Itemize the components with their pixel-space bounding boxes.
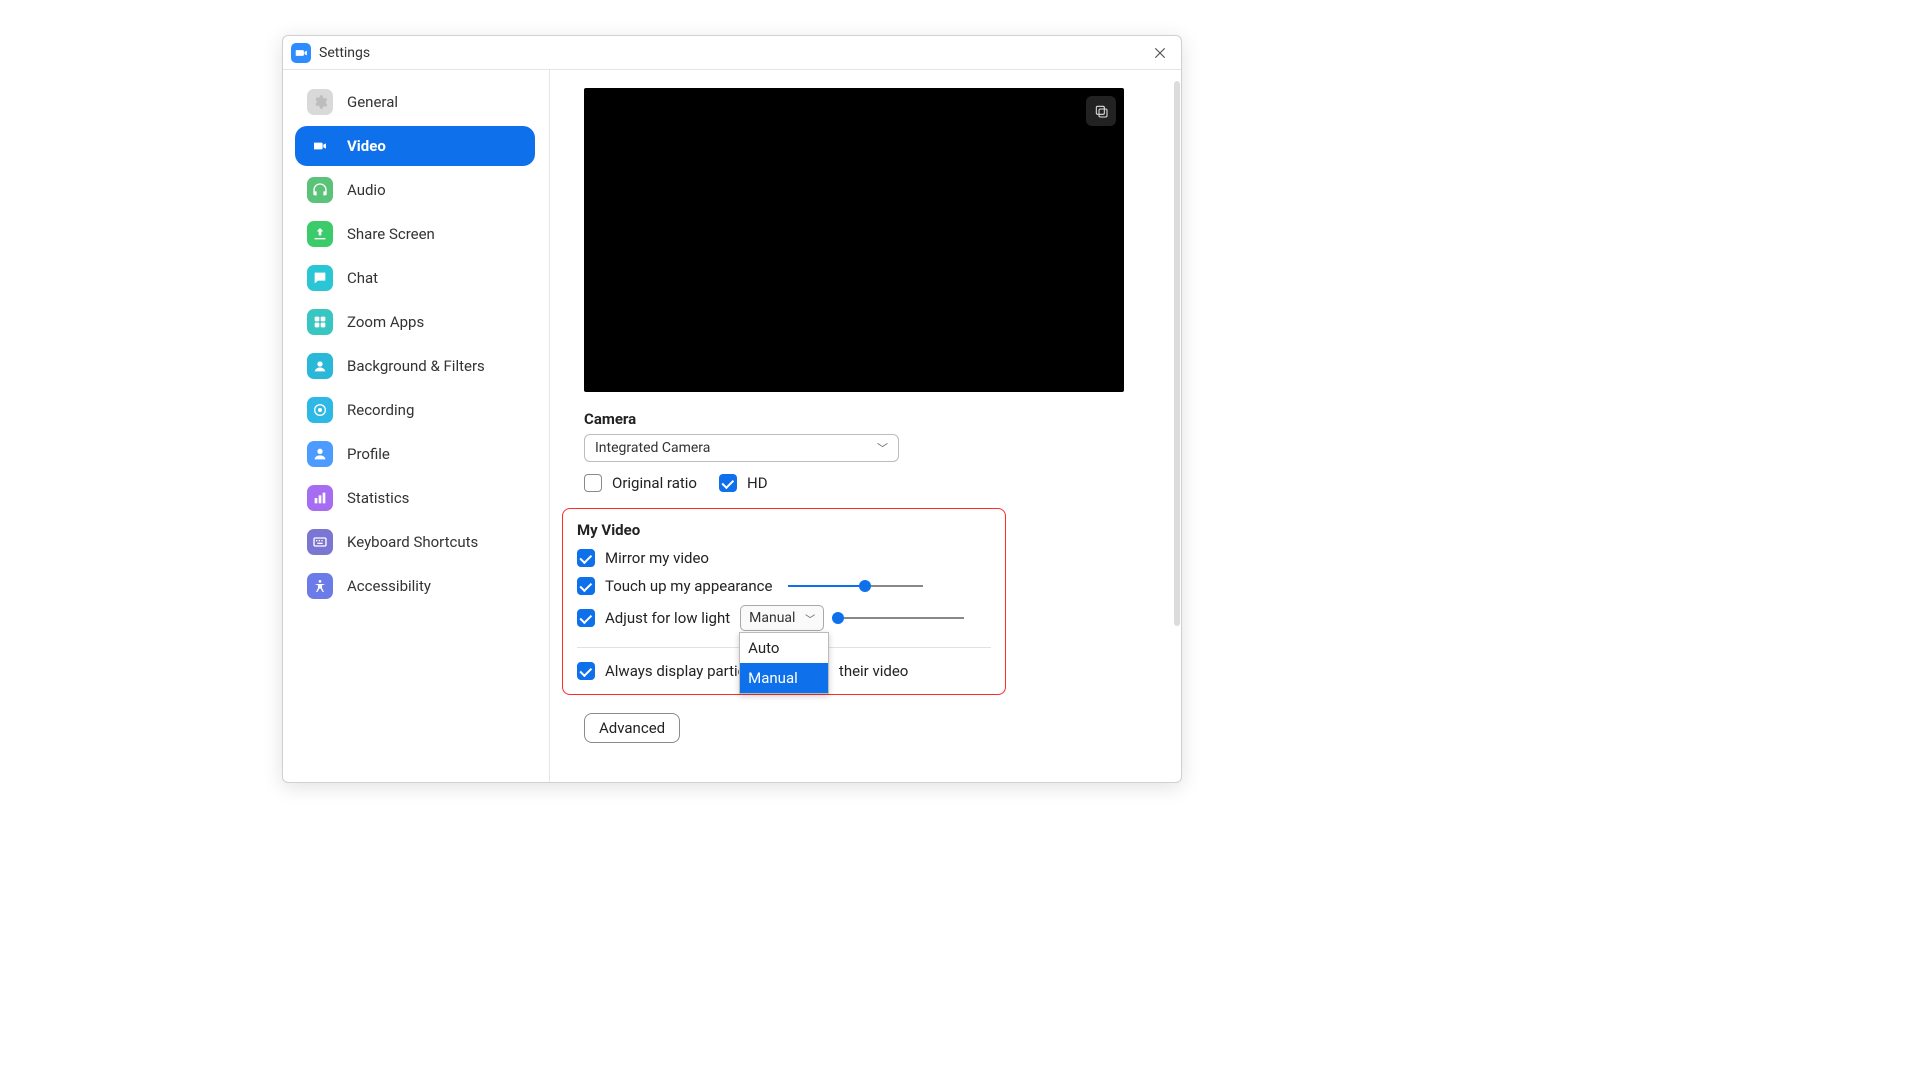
- settings-main: Camera Integrated Camera ﹀ Original rati…: [550, 70, 1181, 782]
- bgfilters-icon: [307, 353, 333, 379]
- sidebar-item-label: Zoom Apps: [347, 313, 424, 331]
- sidebar: General Video Audio Share Screen Chat Zoom Ap…: [283, 70, 550, 782]
- touch-up-checkbox[interactable]: Touch up my appearance: [577, 577, 772, 595]
- touch-up-label: Touch up my appearance: [605, 577, 772, 595]
- sidebar-item-label: Statistics: [347, 489, 409, 507]
- settings-window: Settings General Video Audio Share Screen Ch…: [282, 35, 1182, 783]
- low-light-option-auto[interactable]: Auto: [740, 633, 828, 663]
- chat-icon: [307, 265, 333, 291]
- app-icon: [291, 43, 311, 63]
- my-video-heading: My Video: [577, 521, 991, 539]
- hd-checkbox[interactable]: HD: [719, 474, 768, 492]
- chevron-down-icon: ﹀: [877, 440, 888, 456]
- sidebar-item-profile[interactable]: Profile: [295, 434, 535, 474]
- rotate-preview-button[interactable]: [1086, 96, 1116, 126]
- sidebar-item-chat[interactable]: Chat: [295, 258, 535, 298]
- sidebar-item-background-filters[interactable]: Background & Filters: [295, 346, 535, 386]
- sidebar-item-audio[interactable]: Audio: [295, 170, 535, 210]
- video-icon: [307, 133, 333, 159]
- sidebar-item-label: Background & Filters: [347, 357, 485, 375]
- sidebar-item-recording[interactable]: Recording: [295, 390, 535, 430]
- sidebar-item-general[interactable]: General: [295, 82, 535, 122]
- share-icon: [307, 221, 333, 247]
- low-light-slider[interactable]: [834, 610, 964, 626]
- video-preview: [584, 88, 1124, 392]
- sidebar-item-label: Video: [347, 137, 386, 155]
- sidebar-item-statistics[interactable]: Statistics: [295, 478, 535, 518]
- original-ratio-checkbox[interactable]: Original ratio: [584, 474, 697, 492]
- camera-heading: Camera: [584, 410, 1147, 428]
- titlebar: Settings: [283, 36, 1181, 70]
- mirror-my-video-label: Mirror my video: [605, 549, 709, 567]
- sidebar-item-label: Share Screen: [347, 225, 435, 243]
- sidebar-item-label: Keyboard Shortcuts: [347, 533, 478, 551]
- chevron-down-icon: ﹀: [805, 611, 815, 626]
- mirror-my-video-checkbox[interactable]: Mirror my video: [577, 549, 709, 567]
- sidebar-item-label: General: [347, 93, 398, 111]
- sidebar-item-label: Profile: [347, 445, 390, 463]
- sidebar-item-zoom-apps[interactable]: Zoom Apps: [295, 302, 535, 342]
- camera-select-value: Integrated Camera: [595, 440, 710, 456]
- keyboard-icon: [307, 529, 333, 555]
- advanced-button[interactable]: Advanced: [584, 713, 680, 743]
- low-light-mode-select[interactable]: Manual ﹀ AutoManual: [740, 605, 824, 631]
- close-button[interactable]: [1147, 40, 1173, 66]
- sidebar-item-label: Audio: [347, 181, 386, 199]
- low-light-checkbox[interactable]: Adjust for low light: [577, 609, 730, 627]
- sidebar-item-keyboard-shortcuts[interactable]: Keyboard Shortcuts: [295, 522, 535, 562]
- hd-label: HD: [747, 474, 768, 492]
- my-video-highlight: My Video Mirror my video Touch up my app…: [562, 508, 1006, 695]
- scrollbar[interactable]: [1174, 81, 1180, 626]
- stats-icon: [307, 485, 333, 511]
- low-light-label: Adjust for low light: [605, 609, 730, 627]
- low-light-dropdown: AutoManual: [739, 632, 829, 694]
- gear-icon: [307, 89, 333, 115]
- sidebar-item-share-screen[interactable]: Share Screen: [295, 214, 535, 254]
- profile-icon: [307, 441, 333, 467]
- low-light-mode-value: Manual: [749, 610, 795, 626]
- record-icon: [307, 397, 333, 423]
- sidebar-item-label: Chat: [347, 269, 378, 287]
- sidebar-item-video[interactable]: Video: [295, 126, 535, 166]
- camera-select[interactable]: Integrated Camera ﹀: [584, 434, 899, 462]
- apps-icon: [307, 309, 333, 335]
- sidebar-item-label: Recording: [347, 401, 414, 419]
- touch-up-slider[interactable]: [788, 578, 923, 594]
- window-body: General Video Audio Share Screen Chat Zoom Ap…: [283, 70, 1181, 782]
- sidebar-item-accessibility[interactable]: Accessibility: [295, 566, 535, 606]
- low-light-option-manual[interactable]: Manual: [740, 663, 828, 693]
- sidebar-item-label: Accessibility: [347, 577, 431, 595]
- window-title: Settings: [319, 45, 370, 61]
- accessibility-icon: [307, 573, 333, 599]
- original-ratio-label: Original ratio: [612, 474, 697, 492]
- headphones-icon: [307, 177, 333, 203]
